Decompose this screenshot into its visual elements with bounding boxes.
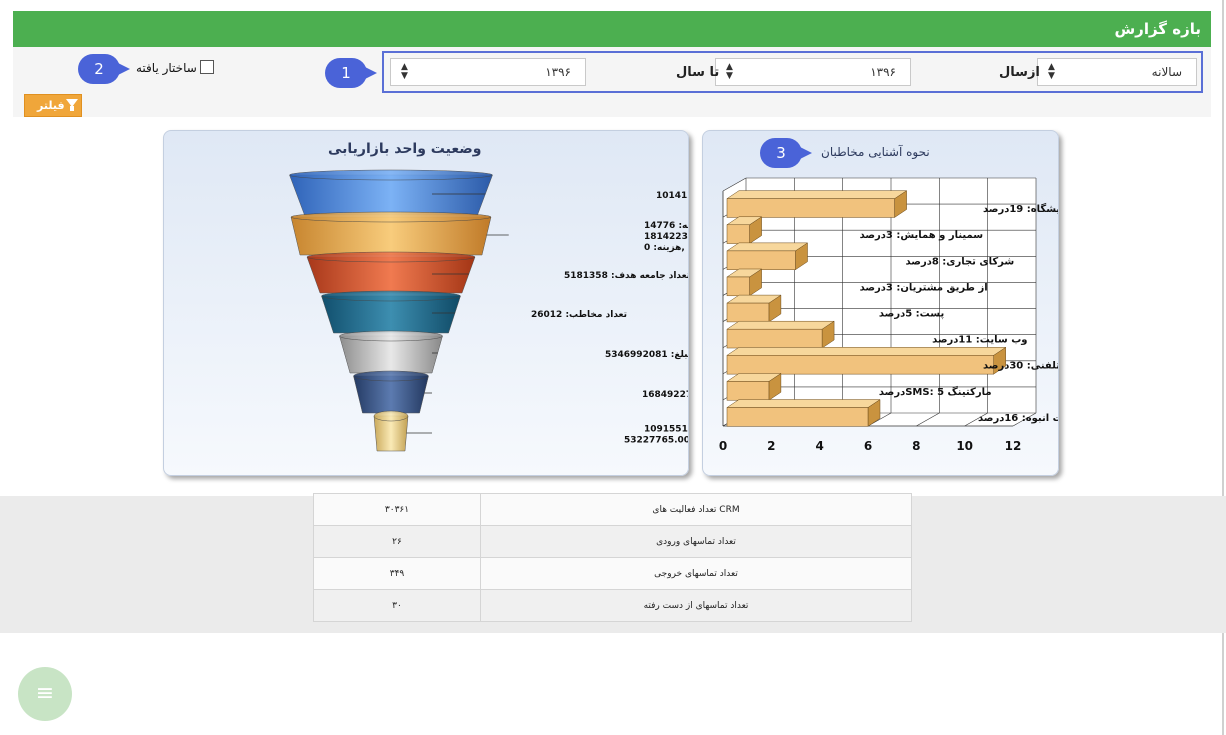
bar-data-label: تبلیغات انبوه: 16درصد — [978, 413, 1058, 424]
funnel-label: تعداد جامعه هدف: 5181358 — [564, 271, 688, 281]
bar-data-label: شرکای تجاری: 8درصد — [906, 256, 1015, 267]
to-year-select[interactable]: ۱۳۹۶ ▲ ▼ — [390, 58, 586, 86]
funnel-segment-top — [306, 251, 476, 263]
funnel-label: تعداد برنامه تبلیغ دیجیتال: 109 ,هزینه: … — [644, 221, 688, 231]
bar — [726, 276, 750, 297]
table-row: ۳۴۹ تعداد تماسهای خروجی — [313, 557, 912, 590]
bar — [726, 355, 994, 375]
bar-data-label: سمینار و همایش: 3درصد — [860, 230, 984, 241]
bar-data-label: نمایشگاه: 19درصد — [983, 202, 1058, 215]
to-year-value: ۱۳۹۶ — [545, 65, 571, 79]
x-tick-label: 10 — [956, 439, 973, 453]
bar-top — [726, 242, 809, 252]
table-row: ۳۰ تعداد تماسهای از دست رفته — [313, 589, 912, 622]
header-title: بازه گزارش — [1114, 20, 1201, 38]
bar-top — [726, 190, 908, 199]
callout-3: 3 — [760, 138, 812, 168]
x-tick-label: 0 — [719, 439, 727, 453]
filter-button-label: فیلتر — [37, 99, 65, 112]
period-value: سالانه — [1151, 65, 1182, 79]
funnel-segment-top — [373, 410, 409, 422]
marketing-status-panel: وضعیت واحد بازاریابی تعداد کمپین تبلیغات… — [163, 130, 689, 476]
select-arrows-icon: ▲ ▼ — [1048, 62, 1055, 81]
x-tick-label: 12 — [1005, 439, 1022, 453]
funnel-segment-top — [321, 290, 461, 302]
funnel-segment-top — [290, 211, 492, 223]
stat-label: تعداد تماسهای ورودی — [480, 525, 912, 558]
from-year-label: ازسال — [999, 65, 1040, 80]
x-tick-label: 6 — [864, 439, 872, 453]
bar-top — [726, 399, 881, 408]
bar — [726, 224, 750, 244]
x-tick-label: 2 — [767, 439, 775, 453]
funnel-label: تعداد کمپین تبلیغاتی: 34 ,هزینه کل: 1014… — [656, 191, 688, 201]
table-row: ۳۰۳۶۱ تعداد فعالیت های CRM — [313, 493, 912, 526]
bar — [726, 198, 895, 218]
bar — [726, 250, 796, 270]
bar-data-label: بازاریابی تلفنی: 30درصد — [983, 361, 1058, 372]
filter-button[interactable]: فیلتر — [24, 94, 82, 117]
bar — [726, 381, 770, 401]
stat-label: تعداد فعالیت های CRM — [480, 493, 912, 526]
bar-data-label: مارکتینگ SMS: 5درصد — [879, 386, 992, 398]
x-tick-label: 8 — [912, 439, 920, 453]
select-arrows-icon: ▲ ▼ — [401, 62, 408, 81]
funnel-segment — [353, 375, 429, 414]
funnel-segment — [321, 295, 461, 334]
funnel-label: تعداد فرصت: 448 مبلغ: 5346992081 — [605, 350, 688, 360]
acquaintance-panel: نحوه آشنایی مخاطبان نمایشگاه: 19درصدسمین… — [702, 130, 1059, 476]
funnel-label: تعداد پیش فاکتور: 49 مبلغ: 16849227062.5… — [642, 390, 688, 400]
stat-value: ۳۰ — [313, 589, 481, 622]
period-select[interactable]: سالانه ▲ ▼ — [1037, 58, 1197, 86]
funnel-segment — [339, 335, 443, 374]
acquaintance-bar-chart: نمایشگاه: 19درصد سمینار و همایش: 3درصد شرک… — [719, 177, 1058, 453]
summary-table: ۳۰۳۶۱ تعداد فعالیت های CRM ۲۶ تعداد تماس… — [313, 493, 912, 622]
stat-label: تعداد تماسهای از دست رفته — [480, 589, 912, 622]
callout-2: 2 — [78, 54, 130, 84]
to-year-label: تا سال — [676, 65, 720, 80]
stat-value: ۲۶ — [313, 525, 481, 558]
callout-1: 1 — [325, 58, 377, 88]
from-year-value: ۱۳۹۶ — [870, 65, 896, 79]
menu-fab-button[interactable]: ≡ — [18, 667, 72, 721]
x-tick-label: 4 — [815, 439, 823, 453]
bar — [726, 328, 823, 349]
bar-data-label: پست: 5درصد — [879, 309, 945, 320]
select-arrows-icon: ▲ ▼ — [726, 62, 733, 81]
funnel-segment — [306, 256, 476, 294]
funnel-label: تعداد فعالیت شبکه اجتماعی: 0 ,هزینه: 0 — [644, 243, 688, 253]
bar-data-label: وب سایت: 11درصد — [932, 335, 1027, 346]
funnel-segment-top — [289, 169, 493, 181]
funnel-label: تعداد قرارداد: 21 مبلغ: 53227765.00 — [624, 436, 688, 446]
from-year-select[interactable]: ۱۳۹۶ ▲ ▼ — [715, 58, 911, 86]
funnel-label: تعداد فعالیت تبلیغاتی: 12 ,هزینه: 181422… — [644, 232, 688, 242]
report-range-header: بازه گزارش — [13, 11, 1211, 47]
bar — [726, 407, 869, 427]
bar-data-label: از طریق مشتریان: 3درصد — [860, 282, 988, 293]
funnel-segment-top — [353, 370, 429, 382]
stat-value: ۳۰۳۶۱ — [313, 493, 481, 526]
bar — [726, 302, 770, 323]
bar-top — [726, 347, 1007, 356]
table-row: ۲۶ تعداد تماسهای ورودی — [313, 525, 912, 558]
menu-icon: ≡ — [35, 681, 55, 706]
structured-label: ساختار یافته — [136, 61, 197, 75]
funnel-label: تعداد مخاطب: 26012 — [531, 310, 627, 320]
funnel-segment — [289, 174, 493, 216]
funnel-segment — [290, 216, 492, 256]
funnel-chart: تعداد کمپین تبلیغاتی: 34 ,هزینه کل: 1014… — [289, 169, 688, 452]
filter-icon-stem — [70, 106, 74, 111]
stat-value: ۳۴۹ — [313, 557, 481, 590]
funnel-segment-top — [339, 330, 443, 342]
stat-label: تعداد تماسهای خروجی — [480, 557, 912, 590]
funnel-label: تعداد فاکتور: 124 مبلغ: 10915513941695.3… — [644, 425, 688, 435]
bar-top — [726, 320, 835, 330]
structured-checkbox[interactable] — [200, 60, 214, 74]
